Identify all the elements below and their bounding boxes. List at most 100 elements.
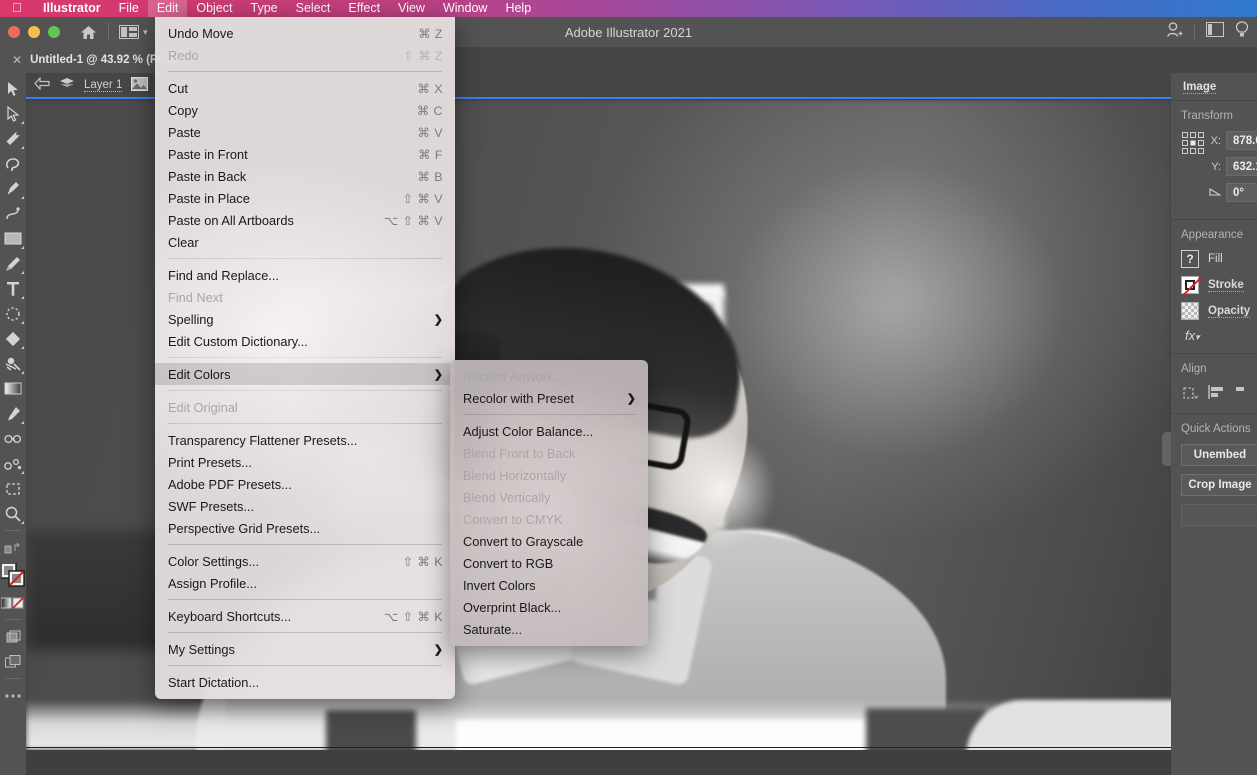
reference-point-grid-icon[interactable]: [1181, 131, 1205, 155]
fx-button[interactable]: fx▾: [1181, 328, 1257, 343]
opacity-row[interactable]: Opacity: [1181, 302, 1257, 320]
sidebar-item-symbol-sprayer-tool[interactable]: [0, 451, 26, 476]
submenu-item-saturate[interactable]: Saturate...: [450, 618, 648, 640]
transparency-checker-icon[interactable]: [1181, 302, 1199, 320]
add-user-icon[interactable]: [1166, 21, 1183, 43]
menu-item-paste-in-front[interactable]: Paste in Front⌘ F: [155, 143, 455, 165]
screen-mode-icon[interactable]: [0, 649, 26, 674]
sidebar-item-scale-tool[interactable]: [0, 326, 26, 351]
edit-menu-dropdown: Undo Move⌘ ZRedo⇧ ⌘ ZCut⌘ XCopy⌘ CPaste⌘…: [155, 17, 455, 699]
menu-item-clear[interactable]: Clear: [155, 231, 455, 253]
layer-name-link[interactable]: Layer 1: [84, 79, 122, 92]
menu-view[interactable]: View: [389, 0, 434, 17]
sidebar-item-gradient-tool[interactable]: [0, 376, 26, 401]
menu-type[interactable]: Type: [242, 0, 287, 17]
submenu-item-recolor-with-preset[interactable]: Recolor with Preset❯: [450, 387, 648, 409]
minimize-window-button[interactable]: [28, 26, 40, 38]
menu-item-keyboard-shortcuts[interactable]: Keyboard Shortcuts...⌥ ⇧ ⌘ K: [155, 605, 455, 627]
stroke-none-icon[interactable]: [1181, 276, 1199, 294]
sidebar-item-zoom-tool[interactable]: [0, 501, 26, 526]
align-to-selection-icon[interactable]: [1181, 384, 1198, 403]
sidebar-item-pen-tool[interactable]: [0, 176, 26, 201]
menu-item-color-settings[interactable]: Color Settings...⇧ ⌘ K: [155, 550, 455, 572]
menu-item-paste-in-place[interactable]: Paste in Place⇧ ⌘ V: [155, 187, 455, 209]
sidebar-item-rectangle-tool[interactable]: [0, 226, 26, 251]
arrange-documents-icon[interactable]: ▾: [119, 25, 148, 39]
submenu-item-invert-colors[interactable]: Invert Colors: [450, 574, 648, 596]
sidebar-item-width-tool[interactable]: [0, 351, 26, 376]
quick-action-button-3[interactable]: [1181, 504, 1257, 526]
menu-item-my-settings[interactable]: My Settings❯: [155, 638, 455, 660]
swap-fill-stroke-icon[interactable]: [0, 535, 26, 560]
submenu-item-adjust-color-balance[interactable]: Adjust Color Balance...: [450, 420, 648, 442]
submenu-item-convert-to-rgb[interactable]: Convert to RGB: [450, 552, 648, 574]
more-tools-icon[interactable]: [0, 683, 26, 708]
sidebar-item-blend-tool[interactable]: [0, 426, 26, 451]
menu-item-transparency-flattener-presets[interactable]: Transparency Flattener Presets...: [155, 429, 455, 451]
menu-item-print-presets[interactable]: Print Presets...: [155, 451, 455, 473]
close-icon[interactable]: ✕: [12, 53, 22, 67]
shear-angle-input[interactable]: 0°: [1226, 183, 1257, 202]
tool-group-indicator: [21, 346, 24, 349]
menu-item-spelling[interactable]: Spelling❯: [155, 308, 455, 330]
menu-item-paste-in-back[interactable]: Paste in Back⌘ B: [155, 165, 455, 187]
sidebar-item-curvature-tool[interactable]: [0, 201, 26, 226]
y-input[interactable]: 632.1: [1226, 157, 1257, 176]
home-icon[interactable]: [78, 25, 98, 40]
menu-item-edit-colors[interactable]: Edit Colors❯: [155, 363, 455, 385]
close-window-button[interactable]: [8, 26, 20, 38]
sidebar-item-magic-wand-tool[interactable]: [0, 126, 26, 151]
maximize-window-button[interactable]: [48, 26, 60, 38]
menu-item-copy[interactable]: Copy⌘ C: [155, 99, 455, 121]
menu-edit[interactable]: Edit: [148, 0, 188, 17]
sidebar-item-direct-selection-tool[interactable]: [0, 101, 26, 126]
layers-icon[interactable]: [59, 77, 75, 93]
sidebar-item-paintbrush-tool[interactable]: [0, 251, 26, 276]
submenu-item-overprint-black[interactable]: Overprint Black...: [450, 596, 648, 618]
back-arrow-icon[interactable]: [34, 77, 50, 93]
sidebar-item-lasso-tool[interactable]: [0, 151, 26, 176]
x-input[interactable]: 878.0: [1226, 131, 1257, 150]
workspace-switcher-icon[interactable]: [1206, 22, 1224, 42]
menu-item-paste[interactable]: Paste⌘ V: [155, 121, 455, 143]
menu-item-cut[interactable]: Cut⌘ X: [155, 77, 455, 99]
sidebar-item-rotate-tool[interactable]: [0, 301, 26, 326]
unknown-fill-question-icon[interactable]: ?: [1181, 250, 1199, 268]
drawing-modes-icon[interactable]: [0, 624, 26, 649]
menu-effect[interactable]: Effect: [339, 0, 389, 17]
align-horizontal-center-icon[interactable]: [1236, 384, 1246, 403]
fill-stroke-swatches[interactable]: [0, 560, 26, 590]
menu-item-perspective-grid-presets[interactable]: Perspective Grid Presets...: [155, 517, 455, 539]
sidebar-item-type-tool[interactable]: [0, 276, 26, 301]
sidebar-item-artboard-tool[interactable]: [0, 476, 26, 501]
menu-help[interactable]: Help: [496, 0, 540, 17]
submenu-item-convert-to-grayscale[interactable]: Convert to Grayscale: [450, 530, 648, 552]
unembed-button[interactable]: Unembed: [1181, 444, 1257, 466]
menu-file[interactable]: File: [110, 0, 148, 17]
menu-item-adobe-pdf-presets[interactable]: Adobe PDF Presets...: [155, 473, 455, 495]
menu-item-find-and-replace[interactable]: Find and Replace...: [155, 264, 455, 286]
menu-object[interactable]: Object: [187, 0, 241, 17]
menu-item-paste-on-all-artboards[interactable]: Paste on All Artboards⌥ ⇧ ⌘ V: [155, 209, 455, 231]
menu-item-swf-presets[interactable]: SWF Presets...: [155, 495, 455, 517]
fill-row[interactable]: ? Fill: [1181, 250, 1257, 268]
tool-group-indicator: [21, 371, 24, 374]
crop-image-button[interactable]: Crop Image: [1181, 474, 1257, 496]
menu-item-assign-profile[interactable]: Assign Profile...: [155, 572, 455, 594]
menu-window[interactable]: Window: [434, 0, 496, 17]
panel-collapse-handle[interactable]: [1162, 432, 1171, 466]
align-left-edges-icon[interactable]: [1208, 384, 1226, 403]
sidebar-item-selection-tool[interactable]: [0, 76, 26, 101]
stroke-row[interactable]: Stroke: [1181, 276, 1257, 294]
menu-item-undo-move[interactable]: Undo Move⌘ Z: [155, 22, 455, 44]
menu-illustrator[interactable]: Illustrator: [34, 0, 110, 17]
menu-item-start-dictation[interactable]: Start Dictation...: [155, 671, 455, 693]
sidebar-item-eyedropper-tool[interactable]: [0, 401, 26, 426]
lightbulb-icon[interactable]: [1235, 21, 1249, 43]
menu-item-label: Edit Colors: [168, 367, 434, 382]
menu-item-edit-custom-dictionary[interactable]: Edit Custom Dictionary...: [155, 330, 455, 352]
apple-logo-icon[interactable]: : [0, 1, 34, 16]
menu-select[interactable]: Select: [287, 0, 340, 17]
gradient-swatch[interactable]: [0, 590, 26, 615]
menu-item-label: My Settings: [168, 642, 434, 657]
